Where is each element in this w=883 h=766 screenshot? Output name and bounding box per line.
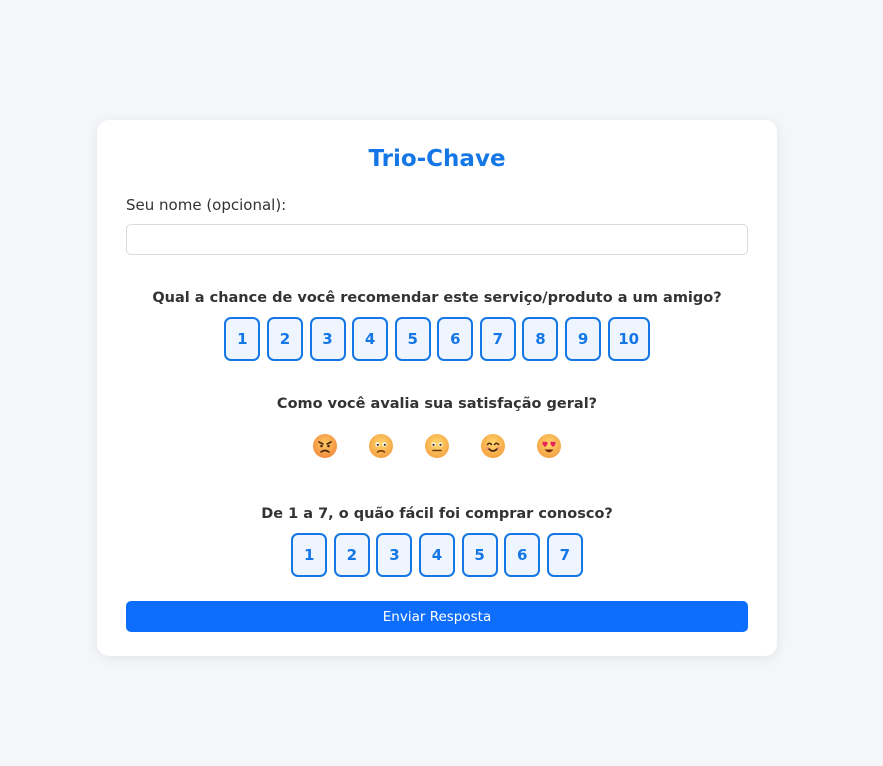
ease-option-5[interactable]: 5 <box>461 533 498 577</box>
ease-option-1[interactable]: 1 <box>291 533 328 577</box>
heart-eyes-face-icon[interactable] <box>536 433 562 459</box>
nps-option-4[interactable]: 4 <box>352 317 389 361</box>
worried-face-icon[interactable] <box>368 433 394 459</box>
nps-option-1[interactable]: 1 <box>224 317 261 361</box>
nps-scale: 1 2 3 4 5 6 7 8 9 10 <box>97 317 777 361</box>
nps-option-2[interactable]: 2 <box>266 317 303 361</box>
angry-face-icon[interactable] <box>312 433 338 459</box>
nps-option-9[interactable]: 9 <box>565 317 602 361</box>
page-title: Trio-Chave <box>368 146 506 172</box>
ease-option-3[interactable]: 3 <box>376 533 413 577</box>
satisfaction-question: Como você avalia sua satisfação geral? <box>276 396 598 412</box>
nps-option-3[interactable]: 3 <box>309 317 346 361</box>
neutral-face-icon[interactable] <box>424 433 450 459</box>
nps-option-8[interactable]: 8 <box>522 317 559 361</box>
ease-question: De 1 a 7, o quão fácil foi comprar conos… <box>261 506 613 522</box>
ease-option-2[interactable]: 2 <box>333 533 370 577</box>
smiling-face-icon[interactable] <box>480 433 506 459</box>
ease-scale: 1 2 3 4 5 6 7 <box>97 533 777 577</box>
ease-option-6[interactable]: 6 <box>504 533 541 577</box>
nps-option-5[interactable]: 5 <box>394 317 431 361</box>
survey-card: Trio-Chave Seu nome (opcional): Qual a c… <box>97 120 777 656</box>
ease-option-7[interactable]: 7 <box>546 533 583 577</box>
name-input[interactable] <box>126 224 748 255</box>
submit-button[interactable]: Enviar Resposta <box>126 601 748 632</box>
nps-option-10[interactable]: 10 <box>607 317 650 361</box>
nps-option-7[interactable]: 7 <box>479 317 516 361</box>
name-label: Seu nome (opcional): <box>126 196 287 214</box>
satisfaction-scale <box>97 433 777 459</box>
ease-option-4[interactable]: 4 <box>419 533 455 577</box>
nps-question: Qual a chance de você recomendar este se… <box>152 290 722 306</box>
nps-option-6[interactable]: 6 <box>437 317 474 361</box>
